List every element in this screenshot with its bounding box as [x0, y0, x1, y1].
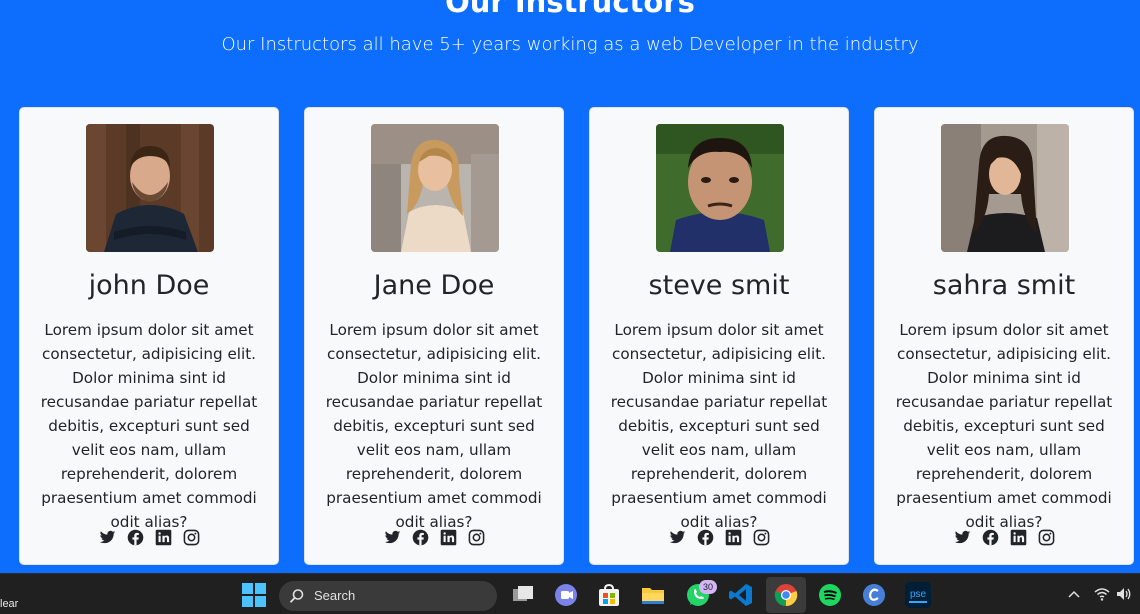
instructor-bio: Lorem ipsum dolor sit amet consectetur, … [895, 321, 1113, 531]
instructor-bio: Lorem ipsum dolor sit amet consectetur, … [40, 321, 258, 531]
linkedin-icon[interactable] [1010, 529, 1027, 546]
instructor-photo [371, 124, 499, 252]
instagram-icon[interactable] [183, 529, 200, 546]
instructor-photo [941, 124, 1069, 252]
whatsapp-badge: 30 [699, 580, 717, 594]
wifi-icon[interactable] [1094, 586, 1110, 602]
instructor-photo [86, 124, 214, 252]
file-explorer-icon[interactable] [640, 582, 666, 608]
chrome-icon[interactable] [773, 582, 799, 608]
instructor-name: Jane Doe [373, 270, 495, 301]
linkedin-icon[interactable] [440, 529, 457, 546]
section-title: Our Instructors [445, 0, 695, 19]
section-subtitle: Our Instructors all have 5+ years workin… [221, 34, 919, 55]
spotify-icon[interactable] [817, 582, 843, 608]
instructor-photo [656, 124, 784, 252]
instructor-name: john Doe [88, 270, 210, 301]
twitter-icon[interactable] [384, 529, 401, 546]
photoshop-label: pse [910, 589, 927, 600]
store-icon[interactable] [596, 582, 622, 608]
facebook-icon[interactable] [697, 529, 714, 546]
instructor-card: steve smit Lorem ipsum dolor sit amet co… [589, 107, 849, 565]
facebook-icon[interactable] [412, 529, 429, 546]
twitter-icon[interactable] [954, 529, 971, 546]
instructors-section: Our Instructors Our Instructors all have… [0, 0, 1140, 573]
taskbar-search[interactable]: Search [279, 581, 497, 611]
vscode-icon[interactable] [728, 582, 754, 608]
chevron-up-icon[interactable] [1066, 586, 1082, 602]
instructor-bio: Lorem ipsum dolor sit amet consectetur, … [325, 321, 543, 531]
facebook-icon[interactable] [982, 529, 999, 546]
photoshop-icon[interactable]: pse [905, 582, 931, 608]
canva-icon[interactable] [861, 582, 887, 608]
instructor-name: sahra smit [932, 270, 1076, 301]
weather-widget[interactable]: lear [0, 598, 18, 610]
instructor-card: Jane Doe Lorem ipsum dolor sit amet cons… [304, 107, 564, 565]
twitter-icon[interactable] [99, 529, 116, 546]
instructor-bio: Lorem ipsum dolor sit amet consectetur, … [610, 321, 828, 531]
volume-icon[interactable] [1116, 586, 1132, 602]
task-view-icon[interactable] [510, 582, 536, 608]
linkedin-icon[interactable] [155, 529, 172, 546]
instagram-icon[interactable] [468, 529, 485, 546]
taskbar: lear Search 30 pse [0, 573, 1140, 614]
social-links [20, 529, 278, 546]
instagram-icon[interactable] [753, 529, 770, 546]
linkedin-icon[interactable] [725, 529, 742, 546]
teams-icon[interactable] [553, 582, 579, 608]
instructor-card: john Doe Lorem ipsum dolor sit amet cons… [19, 107, 279, 565]
social-links [875, 529, 1133, 546]
social-links [590, 529, 848, 546]
social-links [305, 529, 563, 546]
instagram-icon[interactable] [1038, 529, 1055, 546]
search-icon [289, 588, 305, 604]
instructor-name: steve smit [648, 270, 790, 301]
search-label: Search [314, 588, 356, 603]
instructor-card: sahra smit Lorem ipsum dolor sit amet co… [874, 107, 1134, 565]
facebook-icon[interactable] [127, 529, 144, 546]
twitter-icon[interactable] [669, 529, 686, 546]
windows-start-icon[interactable] [241, 582, 267, 608]
